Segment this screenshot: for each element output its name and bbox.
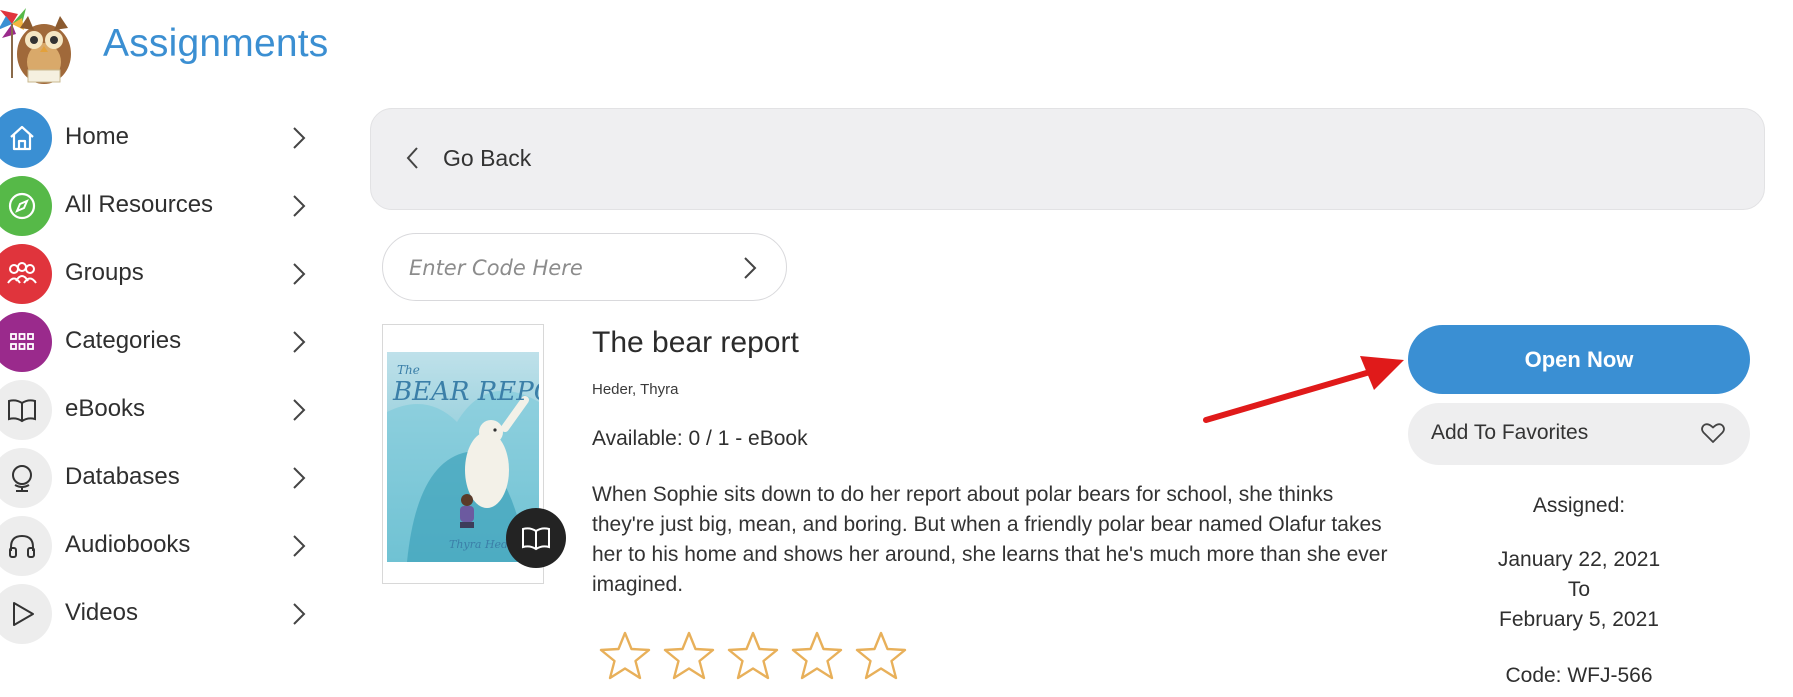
sidebar-item-label: Videos: [65, 599, 138, 626]
play-icon: [0, 584, 52, 644]
book-description: When Sophie sits down to do her report a…: [592, 483, 1388, 596]
sidebar-item-categories[interactable]: Categories: [0, 312, 320, 380]
sidebar-item-audiobooks[interactable]: Audiobooks: [0, 516, 320, 584]
star-icon[interactable]: [662, 630, 716, 682]
open-now-button[interactable]: Open Now: [1408, 325, 1750, 394]
star-icon[interactable]: [790, 630, 844, 682]
code-input[interactable]: [407, 248, 731, 288]
cover-title-small: The: [397, 363, 420, 377]
sidebar-item-label: Groups: [65, 259, 144, 286]
chevron-right-icon: [293, 127, 306, 149]
book-title[interactable]: The bear report: [592, 326, 799, 360]
add-to-favorites-label: Add To Favorites: [1431, 421, 1589, 444]
chevron-right-icon: [293, 467, 306, 489]
heart-icon: [1701, 423, 1725, 443]
compass-icon: [0, 176, 52, 236]
star-icon[interactable]: [854, 630, 908, 682]
go-back-label: Go Back: [443, 145, 532, 171]
grid-icon: [0, 312, 52, 372]
star-rating: [598, 630, 918, 686]
chevron-right-icon: [293, 603, 306, 625]
chevron-right-icon: [293, 195, 306, 217]
open-book-icon: [506, 508, 566, 568]
assignment-code: Code: WFJ-566: [1505, 664, 1653, 687]
sidebar-item-label: Categories: [65, 327, 182, 354]
assigned-end-date: February 5, 2021: [1499, 608, 1659, 631]
chevron-right-icon: [293, 263, 306, 285]
group-icon: [0, 244, 52, 304]
chevron-right-icon: [293, 399, 306, 421]
go-back-button[interactable]: Go Back: [370, 108, 1765, 210]
sidebar-item-label: All Resources: [65, 191, 214, 218]
star-icon[interactable]: [726, 630, 780, 682]
assigned-start-date: January 22, 2021: [1497, 548, 1661, 571]
assigned-to-label: To: [1567, 578, 1591, 601]
sidebar-item-ebooks[interactable]: eBooks: [0, 380, 320, 448]
app-title: Assignments: [103, 22, 329, 65]
sidebar-item-databases[interactable]: Databases: [0, 448, 320, 516]
code-input-container: [382, 233, 787, 301]
sidebar-item-home[interactable]: Home: [0, 108, 320, 176]
chevron-right-icon: [293, 331, 306, 353]
book-author[interactable]: Heder, Thyra: [592, 381, 678, 398]
sidebar-item-label: Audiobooks: [65, 531, 191, 558]
sidebar-item-groups[interactable]: Groups: [0, 244, 320, 312]
sidebar-item-label: eBooks: [65, 395, 146, 422]
sidebar-item-videos[interactable]: Videos: [0, 584, 320, 652]
sidebar-item-label: Home: [65, 123, 130, 150]
owl-logo-icon: [0, 4, 82, 86]
chevron-right-icon: [293, 535, 306, 557]
cover-title: BEAR REPORT: [392, 377, 539, 407]
globe-icon: [0, 448, 52, 508]
chevron-right-icon[interactable]: [741, 254, 759, 282]
home-icon: [0, 108, 52, 168]
assigned-label: Assigned:: [1532, 494, 1626, 517]
annotation-arrow-icon: [1203, 356, 1404, 423]
chevron-left-icon: [406, 147, 418, 169]
add-to-favorites-button[interactable]: Add To Favorites: [1408, 403, 1750, 465]
book-availability: Available: 0 / 1 - eBook: [592, 427, 808, 450]
sidebar-item-all-resources[interactable]: All Resources: [0, 176, 320, 244]
book-icon: [0, 380, 52, 440]
headphones-icon: [0, 516, 52, 576]
sidebar-item-label: Databases: [65, 463, 180, 490]
star-icon[interactable]: [598, 630, 652, 682]
